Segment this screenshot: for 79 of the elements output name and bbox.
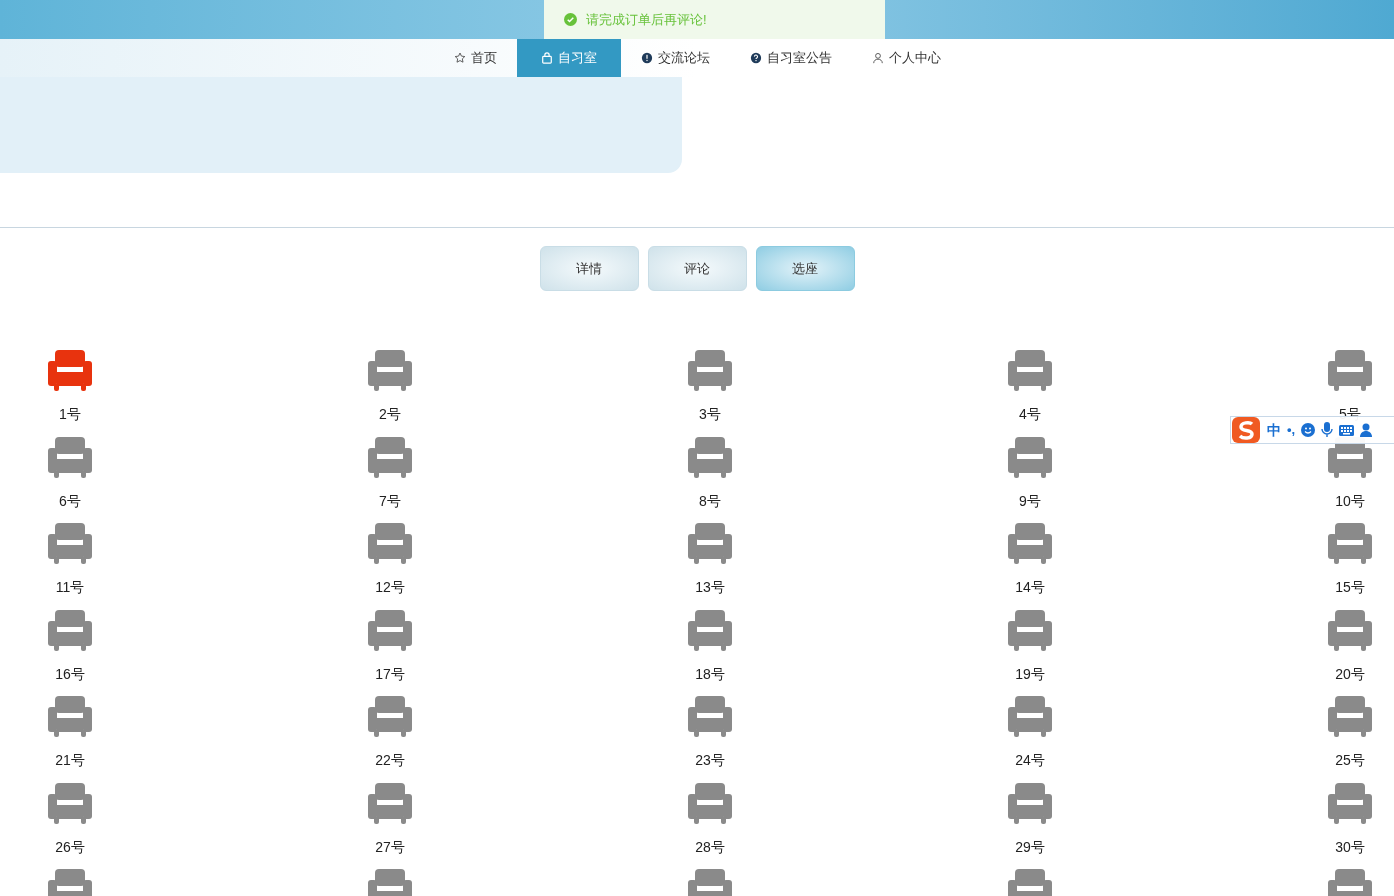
armchair-icon[interactable] — [688, 609, 732, 651]
armchair-icon[interactable] — [1328, 609, 1372, 651]
seat-label: 25号 — [1335, 751, 1365, 770]
armchair-icon[interactable] — [368, 436, 412, 478]
seat-label: 23号 — [695, 751, 725, 770]
armchair-icon[interactable] — [1008, 523, 1052, 564]
seat-label: 21号 — [55, 751, 85, 770]
seat-label: 15号 — [1335, 578, 1365, 597]
armchair-icon[interactable] — [48, 350, 92, 391]
bag-icon — [540, 52, 553, 64]
ime-punctuation[interactable]: •, — [1287, 420, 1296, 440]
armchair-icon[interactable] — [48, 523, 92, 564]
armchair-icon[interactable] — [368, 782, 412, 824]
help-icon — [749, 52, 762, 64]
armchair-icon[interactable] — [48, 782, 92, 824]
seat-label: 3号 — [699, 405, 721, 424]
success-icon — [564, 13, 577, 26]
user-icon[interactable] — [1360, 423, 1373, 437]
seat-label: 16号 — [55, 664, 85, 684]
ime-logo-icon[interactable] — [1231, 417, 1261, 443]
armchair-icon[interactable] — [688, 696, 732, 737]
seat-label: 26号 — [55, 837, 85, 857]
armchair-icon[interactable] — [688, 523, 732, 564]
seat-label: 28号 — [695, 837, 725, 857]
seat-label: 27号 — [375, 837, 405, 857]
armchair-icon[interactable] — [368, 609, 412, 651]
seat-label: 1号 — [59, 405, 81, 424]
microphone-icon[interactable] — [1321, 422, 1334, 438]
keyboard-icon[interactable] — [1339, 424, 1355, 436]
armchair-icon[interactable] — [688, 350, 732, 391]
seat-label: 8号 — [699, 491, 721, 511]
seat-label: 20号 — [1335, 664, 1365, 684]
nav-link[interactable]: 首页 — [433, 39, 517, 77]
armchair-icon[interactable] — [1008, 782, 1052, 824]
seat-label: 29号 — [1015, 837, 1045, 857]
seat-label: 7号 — [379, 491, 401, 511]
armchair-icon[interactable] — [688, 782, 732, 824]
armchair-icon[interactable] — [368, 523, 412, 564]
seat-label: 17号 — [375, 664, 405, 684]
armchair-icon[interactable] — [1328, 696, 1372, 737]
tab[interactable]: 选座 — [755, 246, 855, 291]
seat-label: 6号 — [59, 491, 81, 511]
seat-label: 24号 — [1015, 751, 1045, 770]
toast-text: 请完成订单后再评论! — [586, 10, 707, 29]
ime-mode[interactable]: 中 — [1267, 419, 1281, 441]
seat-label: 30号 — [1335, 837, 1365, 857]
nav-link[interactable]: 交流论坛 — [620, 39, 730, 77]
armchair-icon[interactable] — [1008, 350, 1052, 391]
armchair-icon[interactable] — [48, 609, 92, 651]
tab[interactable]: 详情 — [539, 246, 639, 291]
seat-label: 11号 — [55, 578, 85, 597]
seat-label: 10号 — [1335, 491, 1365, 511]
seat-label: 2号 — [379, 405, 401, 424]
smiley-icon[interactable] — [1301, 423, 1316, 437]
seat-label: 12号 — [375, 578, 405, 597]
armchair-icon[interactable] — [1008, 696, 1052, 737]
nav-link[interactable]: 个人中心 — [851, 39, 961, 77]
seat-label: 9号 — [1019, 491, 1041, 511]
armchair-icon[interactable] — [368, 696, 412, 737]
seat-label: 4号 — [1019, 405, 1041, 424]
star-icon — [453, 52, 466, 64]
seat-label: 19号 — [1015, 664, 1045, 684]
nav-link[interactable]: 自习室公告 — [729, 39, 852, 77]
seat-label: 22号 — [375, 751, 405, 770]
armchair-icon[interactable] — [1008, 436, 1052, 478]
armchair-icon[interactable] — [1328, 782, 1372, 824]
armchair-icon[interactable] — [688, 436, 732, 478]
armchair-icon[interactable] — [1328, 523, 1372, 564]
armchair-icon[interactable] — [48, 696, 92, 737]
exclamation-icon — [640, 52, 653, 64]
seat-label: 18号 — [695, 664, 725, 684]
user-icon — [871, 52, 884, 64]
seat-label: 14号 — [1015, 578, 1045, 597]
armchair-icon[interactable] — [1008, 609, 1052, 651]
tab[interactable]: 评论 — [647, 246, 747, 291]
armchair-icon[interactable] — [48, 436, 92, 478]
armchair-icon[interactable] — [1328, 350, 1372, 391]
armchair-icon[interactable] — [368, 350, 412, 391]
seat-label: 13号 — [695, 578, 725, 597]
